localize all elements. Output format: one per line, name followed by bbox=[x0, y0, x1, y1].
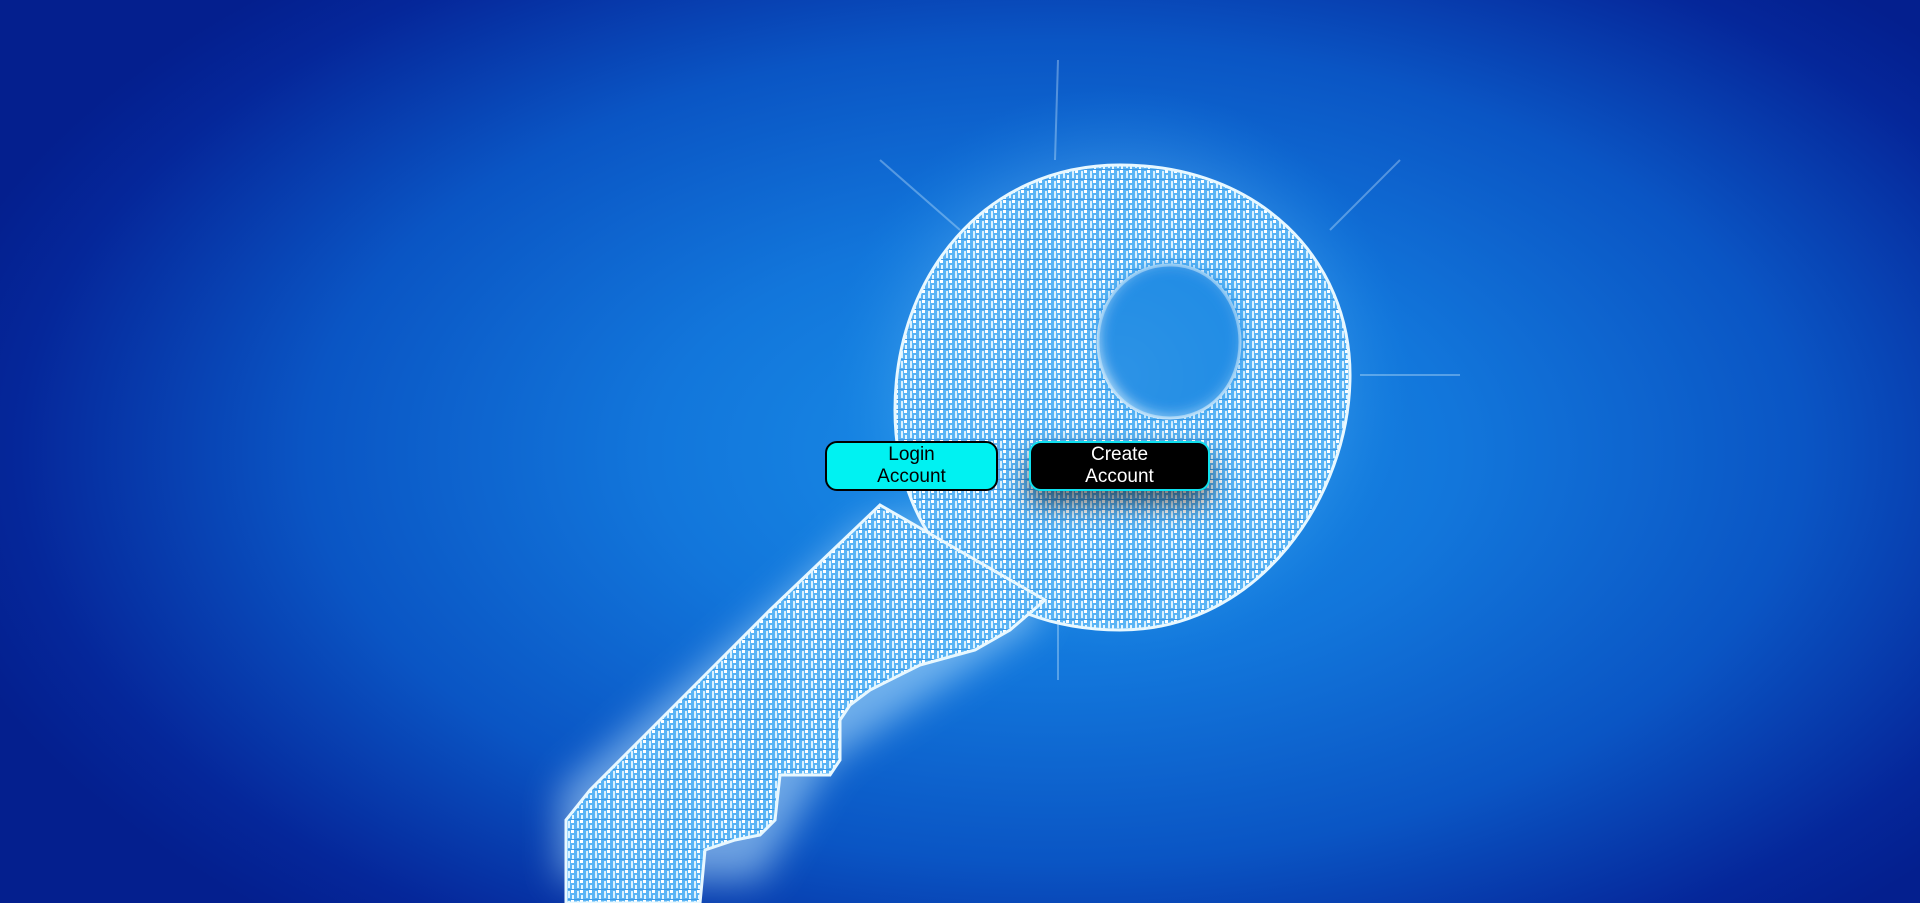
create-account-button[interactable]: Create Account bbox=[1029, 441, 1210, 491]
auth-button-group: Login Account Create Account bbox=[825, 441, 1210, 491]
key-shaft bbox=[564, 503, 1048, 903]
key-hole bbox=[1100, 265, 1240, 415]
login-account-button[interactable]: Login Account bbox=[825, 441, 998, 491]
